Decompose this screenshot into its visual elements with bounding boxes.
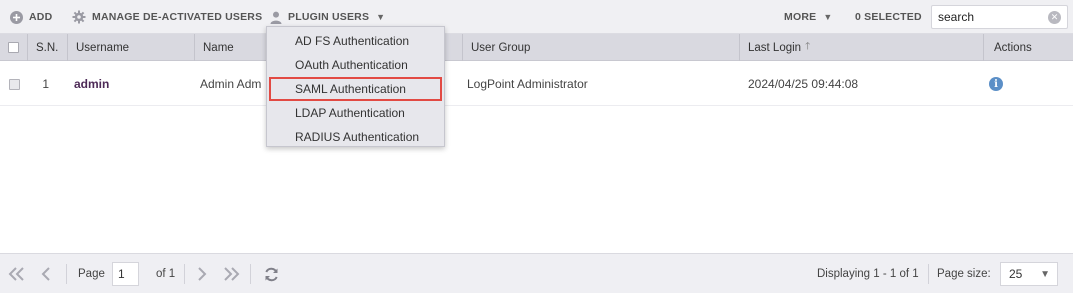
add-button[interactable]: ADD [10, 0, 52, 34]
column-header-actions: Actions [994, 41, 1032, 54]
gear-icon [72, 10, 86, 24]
last-login-header-label: Last Login [748, 41, 802, 54]
page-size-label: Page size: [937, 268, 991, 280]
column-header-username[interactable]: Username [68, 34, 195, 61]
column-header-user-group[interactable]: User Group [463, 34, 740, 61]
divider [184, 264, 185, 284]
cell-sn: 1 [42, 77, 49, 91]
menu-item-ldap-authentication[interactable]: LDAP Authentication [267, 101, 444, 125]
previous-page-button[interactable] [36, 262, 56, 286]
info-icon[interactable]: i [989, 77, 1003, 91]
select-all-checkbox[interactable] [8, 42, 19, 53]
page-number-input[interactable] [112, 262, 139, 286]
chevron-left-icon [41, 267, 50, 281]
column-header-sn[interactable]: S.N. [28, 34, 68, 61]
chevron-right-icon [198, 267, 207, 281]
divider [66, 264, 67, 284]
caret-down-icon: ▼ [376, 12, 386, 22]
page-size-select[interactable]: 25 ▼ [1000, 262, 1058, 286]
pagination-bar: Page of 1 Displaying 1 - 1 of 1 Page siz… [0, 253, 1073, 293]
plugin-users-label: PLUGIN USERS [288, 11, 370, 23]
manage-deactivated-users-button[interactable]: MANAGE DE-ACTIVATED USERS [72, 0, 262, 34]
plugin-users-menu: AD FS Authentication OAuth Authenticatio… [266, 26, 445, 147]
double-chevron-right-icon [224, 267, 240, 281]
caret-down-icon: ▼ [1040, 269, 1050, 280]
refresh-button[interactable] [260, 262, 282, 286]
search-input[interactable] [932, 6, 1044, 28]
divider [250, 264, 251, 284]
row-checkbox-cell [0, 62, 28, 106]
menu-item-oauth-authentication[interactable]: OAuth Authentication [267, 53, 444, 77]
cell-actions: i [989, 62, 1009, 106]
search-box: ✕ [931, 5, 1068, 29]
plus-circle-icon [10, 10, 23, 24]
refresh-icon [264, 267, 278, 281]
user-icon [270, 11, 282, 24]
cell-last-login: 2024/04/25 09:44:08 [748, 77, 859, 91]
menu-item-saml-authentication[interactable]: SAML Authentication [269, 77, 442, 101]
select-all-cell [0, 34, 28, 61]
manage-label: MANAGE DE-ACTIVATED USERS [92, 11, 263, 23]
cell-name: Admin Adm [200, 77, 262, 91]
divider [928, 264, 929, 284]
clear-search-icon[interactable]: ✕ [1048, 11, 1061, 24]
column-header-last-login[interactable]: Last Login 🡑 [740, 34, 984, 61]
page-label: Page [78, 268, 105, 280]
table-header: S.N. Username Name User Group Last Login… [0, 34, 1073, 61]
row-checkbox[interactable] [8, 78, 20, 90]
cell-user-group: LogPoint Administrator [467, 77, 588, 91]
menu-item-radius-authentication[interactable]: RADIUS Authentication [267, 125, 444, 149]
toolbar: ADD MANAGE DE-ACTIVATED USERS PLUGIN USE… [0, 0, 1073, 34]
selected-count: 0 SELECTED [855, 11, 922, 23]
last-page-button[interactable] [220, 262, 242, 286]
more-button[interactable]: MORE ▼ [784, 0, 832, 34]
page-size-value: 25 [1009, 267, 1023, 281]
next-page-button[interactable] [192, 262, 212, 286]
menu-item-adfs-authentication[interactable]: AD FS Authentication [267, 29, 444, 53]
more-label: MORE [784, 11, 817, 23]
double-chevron-left-icon [8, 267, 24, 281]
page-total-label: of 1 [156, 268, 176, 280]
first-page-button[interactable] [6, 262, 28, 286]
displaying-count: Displaying 1 - 1 of 1 [817, 268, 919, 280]
caret-down-icon: ▼ [823, 12, 833, 22]
add-label: ADD [29, 11, 53, 23]
sort-ascending-icon: 🡑 [805, 41, 811, 52]
cell-username-link[interactable]: admin [74, 62, 194, 106]
table-row[interactable]: 1 admin Admin Adm LogPoint Administrator… [0, 62, 1073, 106]
